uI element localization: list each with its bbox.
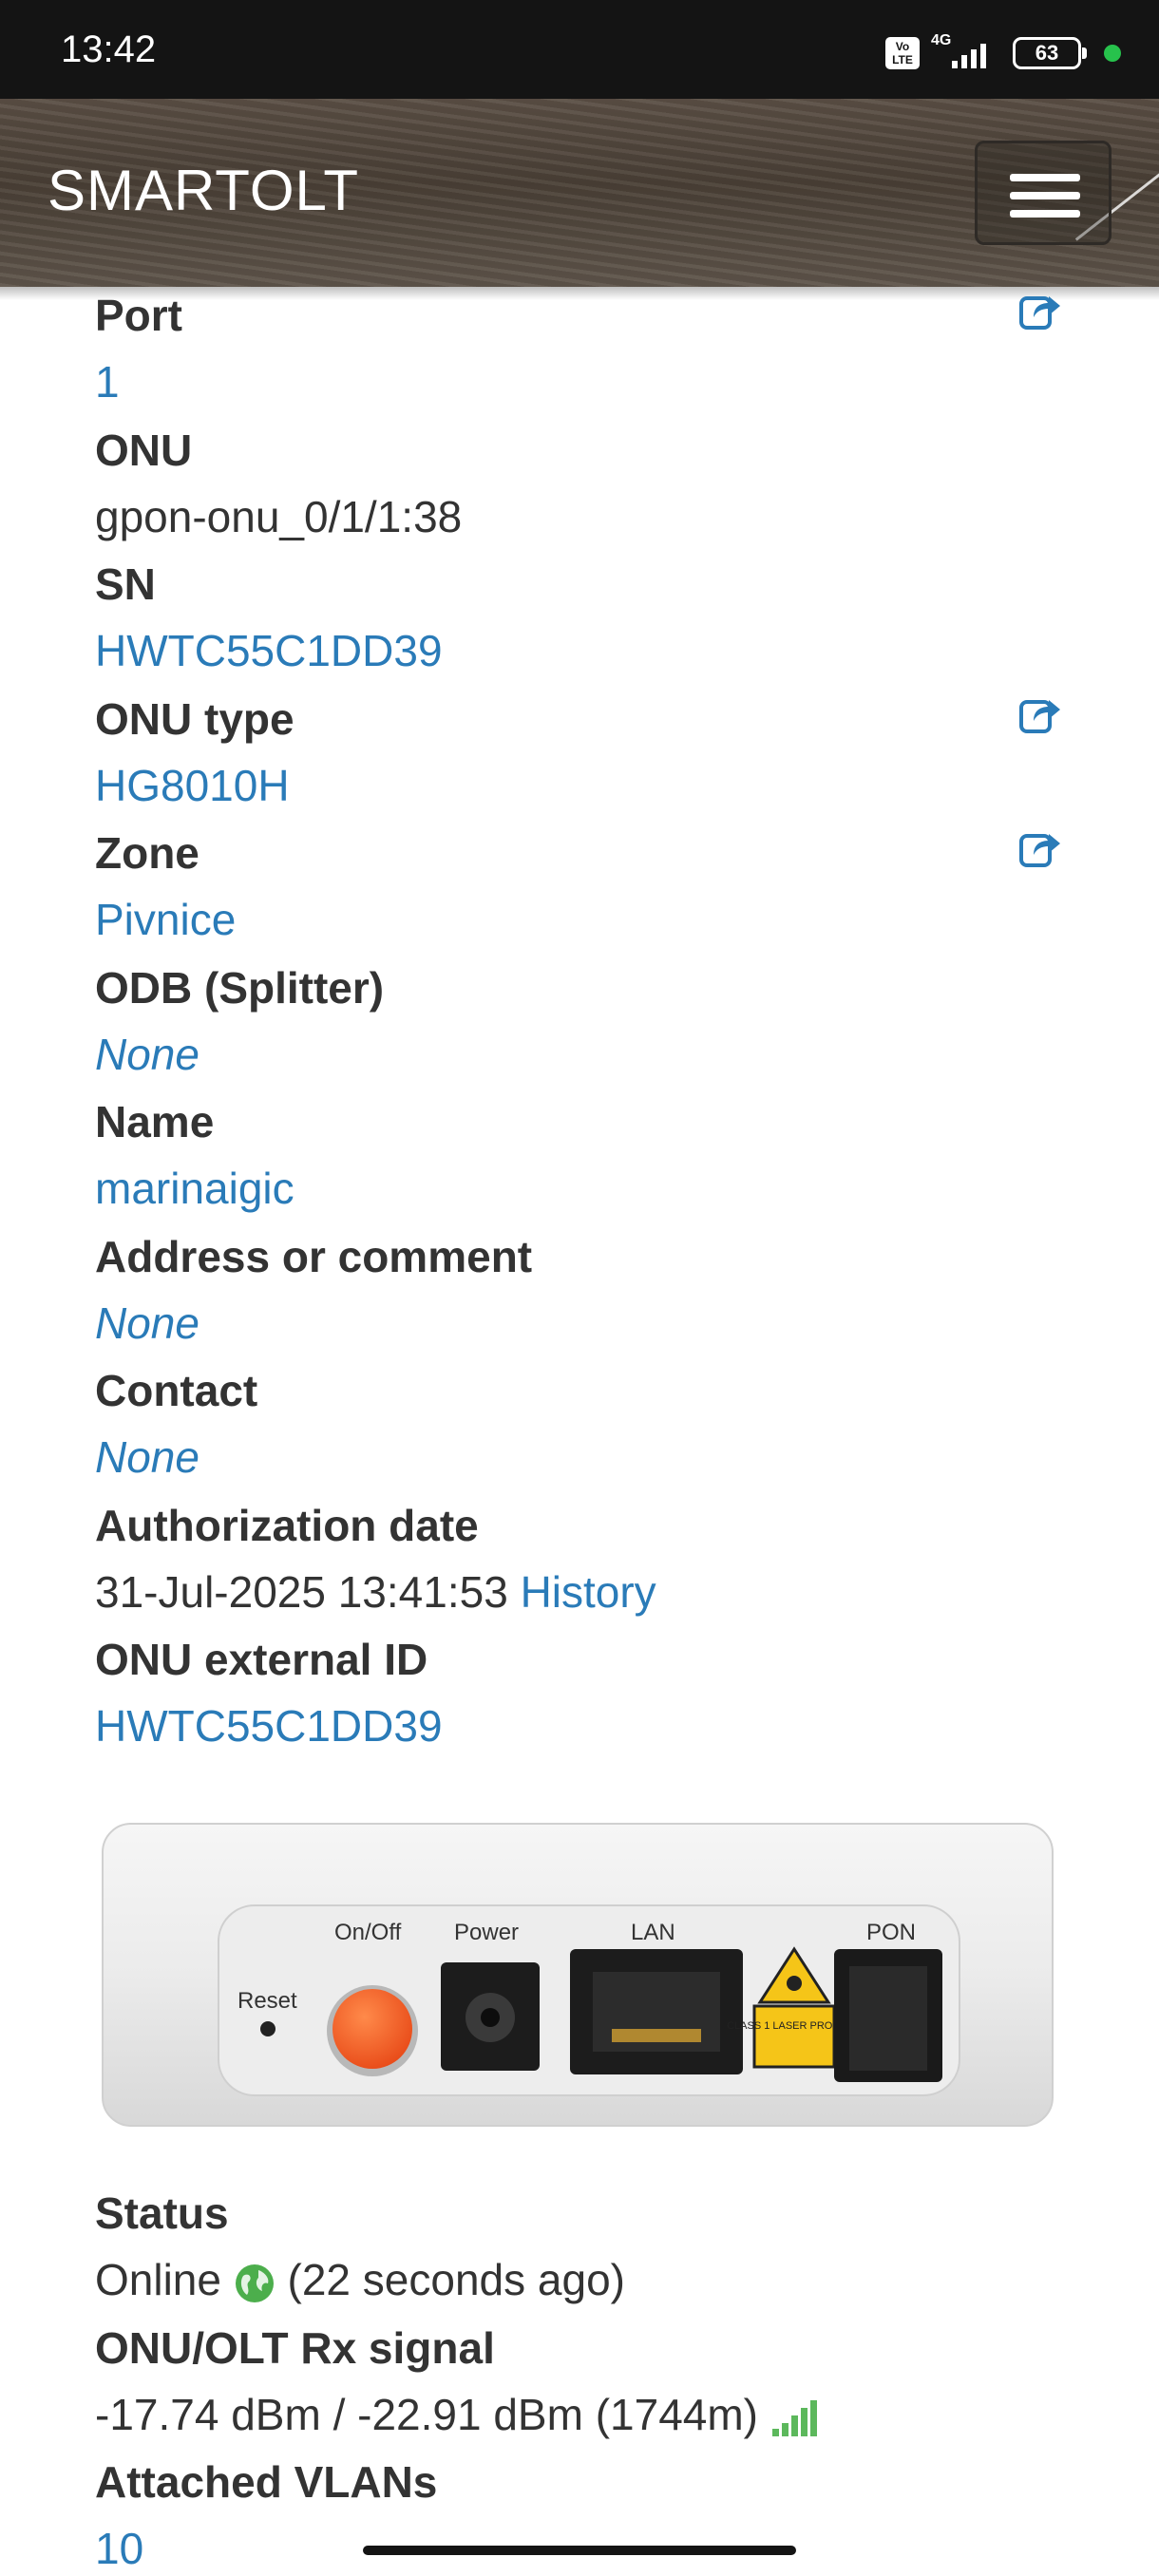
globe-icon — [235, 2263, 274, 2302]
field-onu-type: ONU type HG8010H — [95, 691, 1064, 825]
zone-link[interactable]: Pivnice — [95, 891, 236, 948]
status-icons: Vo LTE 4G 63 — [885, 32, 1121, 72]
field-label: Contact — [95, 1366, 258, 1415]
field-label: Zone — [95, 828, 200, 878]
field-label: Attached VLANs — [95, 2457, 438, 2507]
field-label: Port — [95, 291, 182, 340]
address-link[interactable]: None — [95, 1295, 200, 1352]
sn-link[interactable]: HWTC55C1DD39 — [95, 622, 443, 679]
field-port: Port 1 — [95, 287, 1064, 422]
field-address: Address or comment None — [95, 1228, 1064, 1363]
cellular-signal-icon: 4G — [931, 32, 1001, 70]
field-label: ONU — [95, 425, 193, 475]
onu-device-image: Reset On/Off Power LAN CLASS 1 LASER PRO… — [99, 1818, 1060, 2137]
brand-logo[interactable]: SMARTOLT — [48, 158, 359, 223]
onu-details: Port 1 ONU gpon-onu_0/1/1:38 SN HWTC55C1… — [95, 287, 1064, 1766]
field-label: Authorization date — [95, 1500, 479, 1550]
onu-type-link[interactable]: HG8010H — [95, 757, 290, 814]
privacy-dot-icon — [1104, 45, 1121, 62]
field-label: Name — [95, 1097, 215, 1146]
reset-label: Reset — [238, 1988, 297, 2014]
onoff-label: On/Off — [334, 1920, 402, 1945]
field-odb: ODB (Splitter) None — [95, 959, 1064, 1094]
device-illustration: Reset On/Off Power LAN CLASS 1 LASER PRO… — [102, 1823, 1054, 2127]
home-indicator[interactable] — [363, 2546, 796, 2555]
app-header: SMARTOLT — [0, 99, 1159, 287]
status-value: Online (22 seconds ago) — [95, 2251, 625, 2308]
authorization-date-value: 31-Jul-2025 13:41:53 History — [95, 1563, 656, 1620]
onu-status-section: Status Online (22 seconds ago) ONU/OLT R… — [95, 2185, 1064, 2576]
contact-link[interactable]: None — [95, 1429, 200, 1486]
pon-label: PON — [866, 1920, 916, 1945]
rx-signal-text: -17.74 dBm / -22.91 dBm (1744m) — [95, 2389, 758, 2439]
field-label: Address or comment — [95, 1231, 533, 1281]
field-rx-signal: ONU/OLT Rx signal -17.74 dBm / -22.91 dB… — [95, 2320, 1064, 2454]
hamburger-icon — [1010, 174, 1080, 181]
share-edit-icon[interactable] — [1018, 826, 1062, 870]
network-type: 4G — [931, 32, 952, 48]
lan-label: LAN — [631, 1920, 675, 1945]
field-label: ONU external ID — [95, 1635, 428, 1684]
field-contact: Contact None — [95, 1362, 1064, 1497]
port-link[interactable]: 1 — [95, 353, 120, 410]
power-label: Power — [454, 1920, 519, 1945]
rx-signal-value: -17.74 dBm / -22.91 dBm (1744m) — [95, 2386, 822, 2443]
signal-bars-icon — [771, 2400, 817, 2437]
field-vlans: Attached VLANs 10 — [95, 2453, 1064, 2576]
menu-toggle-button[interactable] — [975, 141, 1112, 245]
field-label: ODB (Splitter) — [95, 962, 385, 1013]
status-ago: (22 seconds ago) — [287, 2255, 625, 2304]
field-authorization-date: Authorization date 31-Jul-2025 13:41:53 … — [95, 1497, 1064, 1632]
field-label: ONU/OLT Rx signal — [95, 2322, 495, 2373]
authorization-date: 31-Jul-2025 13:41:53 — [95, 1566, 508, 1617]
field-status: Status Online (22 seconds ago) — [95, 2185, 1064, 2320]
field-onu: ONU gpon-onu_0/1/1:38 — [95, 422, 1064, 557]
battery-icon: 63 — [1013, 37, 1087, 69]
odb-link[interactable]: None — [95, 1026, 200, 1083]
share-edit-icon[interactable] — [1018, 289, 1062, 332]
status-bar: 13:42 Vo LTE 4G 63 — [0, 0, 1159, 99]
external-id-link[interactable]: HWTC55C1DD39 — [95, 1697, 443, 1754]
field-label: ONU type — [95, 693, 294, 744]
share-edit-icon[interactable] — [1018, 692, 1062, 736]
history-link[interactable]: History — [521, 1567, 656, 1617]
field-label: SN — [95, 559, 156, 609]
hamburger-icon — [1010, 210, 1080, 218]
volte-icon: Vo LTE — [885, 37, 920, 69]
vlans-link[interactable]: 10 — [95, 2520, 143, 2576]
field-sn: SN HWTC55C1DD39 — [95, 556, 1064, 691]
field-name: Name marinaigic — [95, 1093, 1064, 1228]
field-external-id: ONU external ID HWTC55C1DD39 — [95, 1631, 1064, 1766]
name-link[interactable]: marinaigic — [95, 1160, 294, 1217]
field-label: Status — [95, 2188, 229, 2238]
onu-value: gpon-onu_0/1/1:38 — [95, 491, 463, 541]
status-time: 13:42 — [61, 28, 157, 70]
field-zone: Zone Pivnice — [95, 824, 1064, 959]
status-text: Online — [95, 2255, 221, 2304]
hamburger-icon — [1010, 192, 1080, 199]
